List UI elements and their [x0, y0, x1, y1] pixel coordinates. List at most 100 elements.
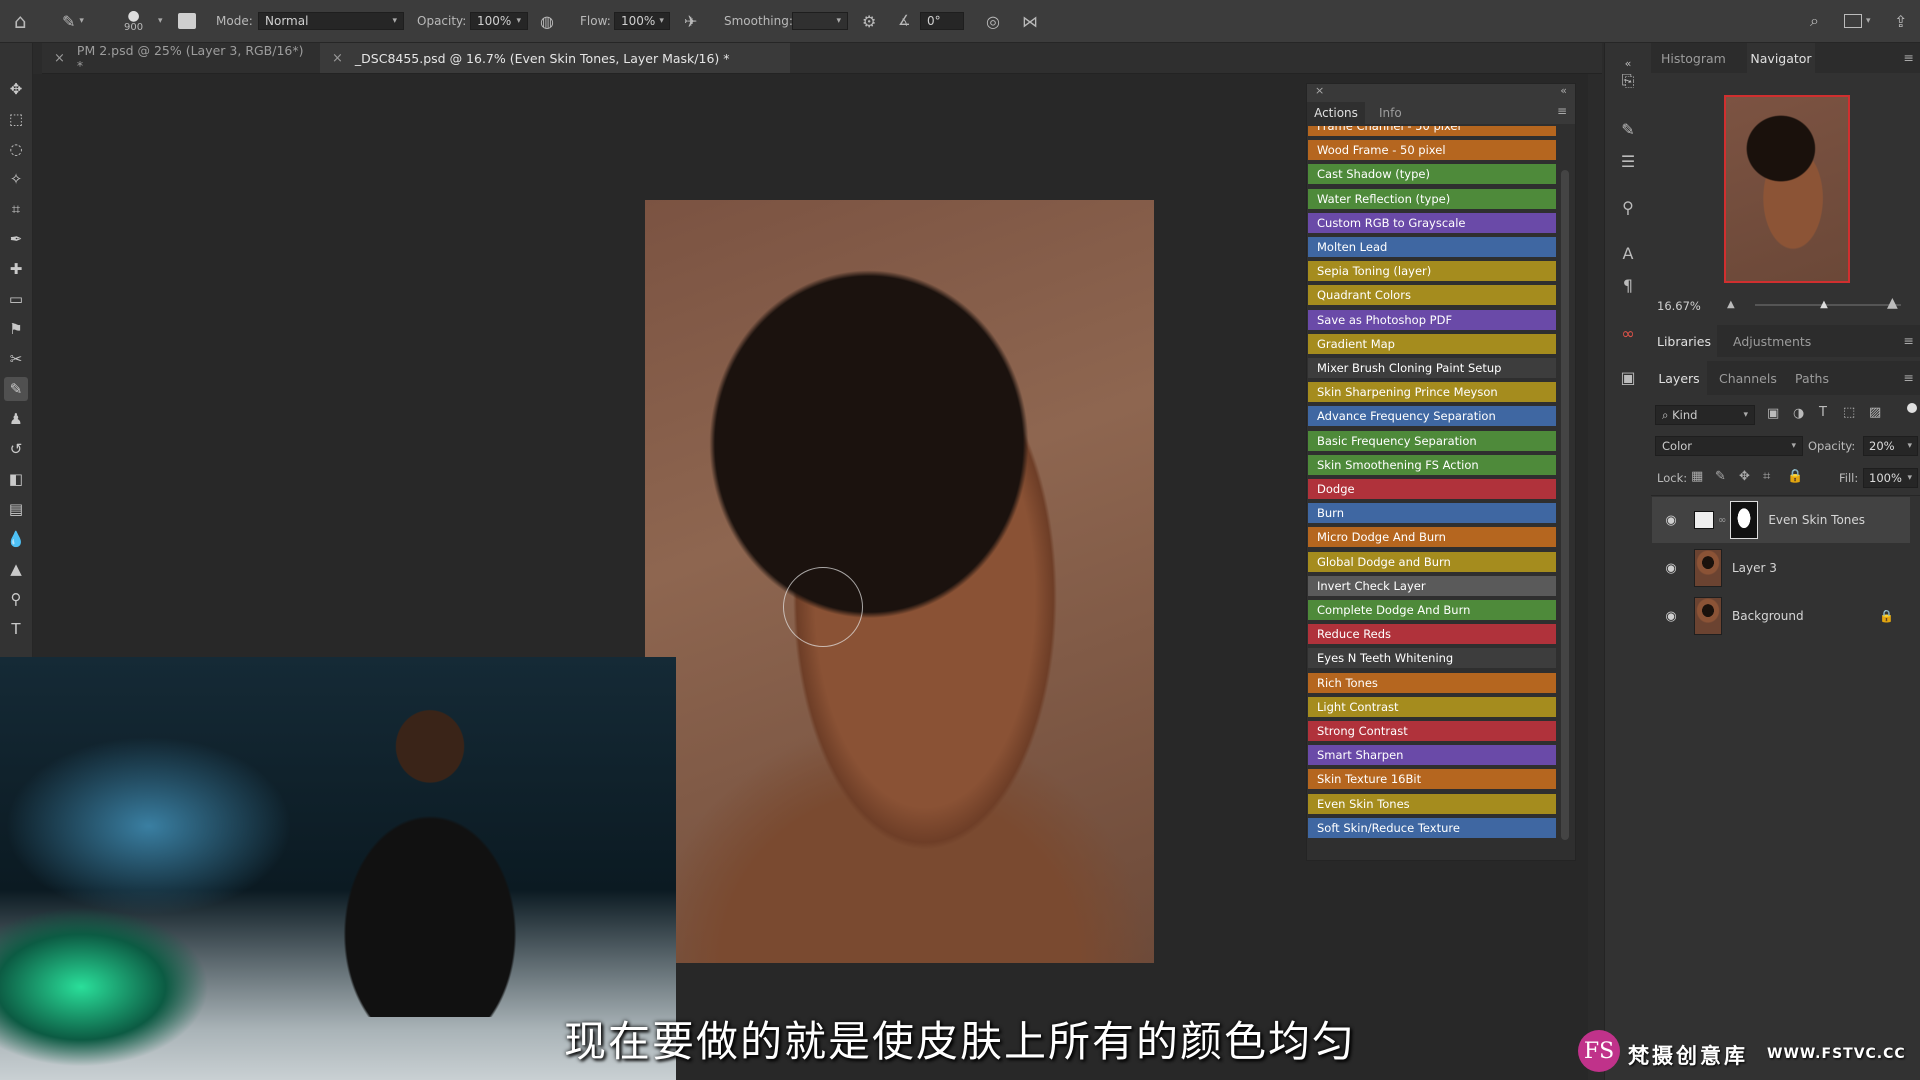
action-item[interactable]: Invert Check Layer: [1308, 575, 1556, 598]
action-item[interactable]: Soft Skin/Reduce Texture: [1308, 817, 1556, 840]
lock-paint-icon[interactable]: ✎: [1715, 469, 1726, 484]
symmetry-icon[interactable]: ⋈: [1022, 0, 1038, 42]
history-icon[interactable]: ⎘: [1616, 69, 1640, 93]
tab-pm2-document[interactable]: × PM 2.psd @ 25% (Layer 3, RGB/16*) *: [42, 43, 318, 73]
layer-opacity-field[interactable]: 20% ▾: [1863, 436, 1918, 456]
crop-tool-icon[interactable]: ⌗: [4, 197, 28, 221]
magic-wand-tool-icon[interactable]: ✧: [4, 167, 28, 191]
fill-field[interactable]: 100% ▾: [1863, 468, 1918, 488]
lock-all-icon[interactable]: 🔒: [1787, 469, 1803, 484]
eye-icon[interactable]: ◉: [1662, 609, 1680, 624]
layer-row-even-skin-tones[interactable]: ◉ ∞ Even Skin Tones: [1652, 497, 1910, 543]
action-item[interactable]: Rich Tones: [1308, 672, 1556, 695]
zoom-in-icon[interactable]: ▲: [1887, 295, 1898, 311]
navigator-zoom-slider[interactable]: ▲: [1755, 299, 1901, 310]
action-item[interactable]: Water Reflection (type): [1308, 188, 1556, 211]
mode-select[interactable]: Normal ▾: [258, 0, 404, 42]
action-item[interactable]: Quadrant Colors: [1308, 285, 1556, 308]
smart-object-filter-icon[interactable]: ▨: [1869, 405, 1881, 420]
navigator-thumbnail[interactable]: [1724, 95, 1850, 283]
action-item[interactable]: Smart Sharpen: [1308, 745, 1556, 768]
navigator-zoom[interactable]: 16.67%: [1657, 299, 1701, 313]
history-brush-tool-icon[interactable]: ↺: [4, 437, 28, 461]
stamp-tool-icon[interactable]: ⚑: [4, 317, 28, 341]
action-item[interactable]: Sepia Toning (layer): [1308, 261, 1556, 284]
brush-settings-icon[interactable]: [178, 0, 196, 42]
action-item[interactable]: Skin Smoothening FS Action: [1308, 454, 1556, 477]
layer-row-layer-3[interactable]: ◉ Layer 3: [1652, 545, 1910, 591]
lock-transparent-icon[interactable]: ▦: [1691, 469, 1703, 484]
filter-toggle[interactable]: [1907, 403, 1917, 413]
type-filter-icon[interactable]: T: [1819, 405, 1827, 420]
bandage-tool-icon[interactable]: ▭: [4, 287, 28, 311]
lock-position-icon[interactable]: ✥: [1739, 469, 1750, 484]
gradient-tool-icon[interactable]: ▤: [4, 497, 28, 521]
brush-settings-icon[interactable]: ✎: [1616, 117, 1640, 141]
brush-tool-preset-icon[interactable]: ✎ ▾: [62, 0, 84, 42]
action-item[interactable]: Molten Lead: [1308, 237, 1556, 259]
adjustment-filter-icon[interactable]: ◑: [1793, 406, 1804, 421]
tab-navigator[interactable]: Navigator: [1747, 43, 1815, 73]
creative-cloud-icon[interactable]: ∞: [1616, 321, 1640, 345]
smoothing-field[interactable]: ▾: [792, 0, 848, 42]
close-icon[interactable]: ×: [54, 51, 65, 66]
action-item[interactable]: Micro Dodge And Burn: [1308, 527, 1556, 550]
action-item[interactable]: Eyes N Teeth Whitening: [1308, 648, 1556, 671]
action-item[interactable]: Burn: [1308, 503, 1556, 526]
share-icon[interactable]: ⇪: [1894, 0, 1907, 42]
tab-dsc8455-document[interactable]: × _DSC8455.psd @ 16.7% (Even Skin Tones,…: [320, 43, 790, 73]
action-item[interactable]: Skin Sharpening Prince Meyson: [1308, 382, 1556, 405]
shape-filter-icon[interactable]: ⬚: [1843, 405, 1855, 420]
pixel-filter-icon[interactable]: ▣: [1767, 406, 1779, 421]
action-item[interactable]: Complete Dodge And Burn: [1308, 600, 1556, 622]
tab-channels[interactable]: Channels: [1719, 371, 1777, 386]
action-item[interactable]: Gradient Map: [1308, 333, 1556, 356]
sharpen-tool-icon[interactable]: ▲: [4, 557, 28, 581]
action-item[interactable]: Reduce Reds: [1308, 624, 1556, 647]
character-icon[interactable]: A: [1616, 241, 1640, 265]
tab-histogram[interactable]: Histogram: [1661, 51, 1726, 66]
pressure-size-icon[interactable]: ◎: [986, 0, 1000, 42]
eyedropper-tool-icon[interactable]: ✒: [4, 227, 28, 251]
paragraph-icon[interactable]: ¶: [1616, 273, 1640, 297]
scissors-tool-icon[interactable]: ✂: [4, 347, 28, 371]
action-item[interactable]: Save as Photoshop PDF: [1308, 309, 1556, 332]
tab-info[interactable]: Info: [1379, 106, 1402, 120]
portrait-photo[interactable]: [645, 200, 1154, 963]
layer-mask-thumbnail[interactable]: [1730, 501, 1759, 539]
action-item[interactable]: Cast Shadow (type): [1308, 164, 1556, 187]
panel-menu-icon[interactable]: ≡: [1904, 50, 1914, 65]
action-item[interactable]: Custom RGB to Grayscale: [1308, 212, 1556, 235]
type-tool-icon[interactable]: T: [4, 617, 28, 641]
opacity-field[interactable]: 100% ▾: [470, 0, 528, 42]
adjustments-sliders-icon[interactable]: ☰: [1616, 149, 1640, 173]
action-item[interactable]: Dodge: [1308, 479, 1556, 501]
action-item[interactable]: Even Skin Tones: [1308, 793, 1556, 816]
layer-filter-select[interactable]: ⌕ Kind ▾: [1655, 405, 1755, 425]
actions-scrollbar[interactable]: [1561, 170, 1569, 840]
home-icon[interactable]: ⌂: [14, 0, 27, 42]
eye-icon[interactable]: ◉: [1662, 513, 1680, 528]
properties-icon[interactable]: ▣: [1616, 365, 1640, 389]
eraser-tool-icon[interactable]: ◧: [4, 467, 28, 491]
gear-icon[interactable]: ⚙: [862, 0, 876, 42]
healing-brush-tool-icon[interactable]: ✚: [4, 257, 28, 281]
action-item[interactable]: Basic Frequency Separation: [1308, 430, 1556, 453]
zoom-slider-handle[interactable]: ▲: [1820, 299, 1828, 310]
tab-adjustments[interactable]: Adjustments: [1733, 334, 1811, 349]
action-item[interactable]: Advance Frequency Separation: [1308, 406, 1556, 429]
blend-mode-select[interactable]: Color ▾: [1655, 436, 1803, 456]
action-item[interactable]: Skin Texture 16Bit: [1308, 769, 1556, 792]
brush-tool-icon[interactable]: ✎: [4, 377, 28, 401]
search-icon[interactable]: ⌕: [1810, 0, 1819, 42]
action-item[interactable]: Strong Contrast: [1308, 721, 1556, 743]
layer-row-background[interactable]: ◉ Background 🔒: [1652, 593, 1910, 639]
pressure-opacity-icon[interactable]: ◍: [540, 0, 554, 42]
panel-menu-icon[interactable]: ≡: [1904, 370, 1914, 385]
clone-source-icon[interactable]: ⚲: [1616, 195, 1640, 219]
collapse-icon[interactable]: «: [1560, 84, 1567, 97]
move-tool-icon[interactable]: ✥: [4, 77, 28, 101]
panel-menu-icon[interactable]: ≡: [1557, 104, 1567, 118]
tab-libraries[interactable]: Libraries: [1651, 325, 1717, 357]
action-item[interactable]: Frame Channel - 50 pixel: [1308, 126, 1556, 138]
